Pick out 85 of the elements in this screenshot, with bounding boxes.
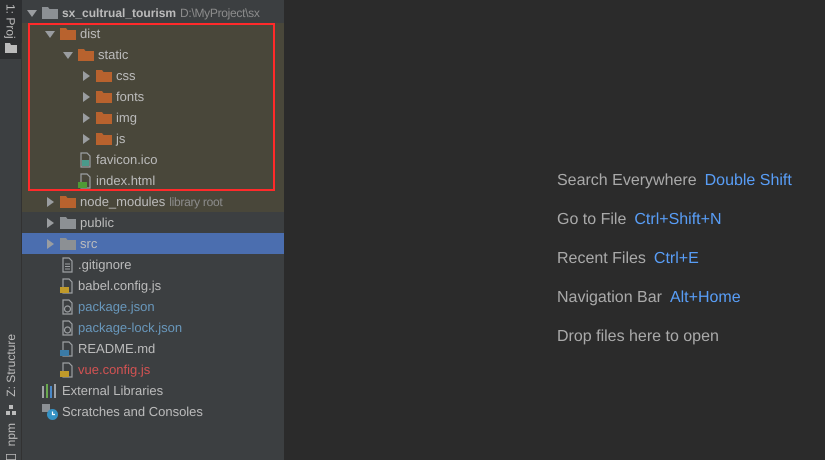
file-name: img xyxy=(116,108,137,127)
file-name: package.json xyxy=(78,298,155,316)
image-file-icon xyxy=(78,152,92,168)
caret-right-icon[interactable] xyxy=(45,238,55,248)
tree-row[interactable]: static xyxy=(22,44,284,65)
tree-row[interactable]: Scratches and Consoles xyxy=(22,401,284,422)
file-name: js xyxy=(116,130,126,148)
shortcut-text: Alt+Home xyxy=(670,288,741,308)
structure-icon[interactable] xyxy=(6,404,16,415)
scratches-icon xyxy=(42,404,58,420)
tree-row[interactable]: dist xyxy=(22,23,284,44)
shortcut-text: Double Shift xyxy=(704,171,792,191)
file-name: babel.config.js xyxy=(78,276,162,295)
js-file-icon xyxy=(60,362,74,378)
hint-label: Go to File xyxy=(557,210,626,230)
tree-row[interactable]: public xyxy=(22,212,284,233)
tree-row[interactable]: index.html xyxy=(22,170,284,191)
file-name: .gitignore xyxy=(78,256,132,274)
file-name: fonts xyxy=(116,88,144,106)
caret-right-icon[interactable] xyxy=(45,218,55,228)
file-name: index.html xyxy=(96,172,156,190)
caret-right-icon[interactable] xyxy=(81,134,91,144)
folder-icon xyxy=(96,69,112,82)
file-name: static xyxy=(98,46,128,64)
tree-row[interactable]: package-lock.json xyxy=(22,317,284,338)
folder-icon xyxy=(60,216,76,229)
folder-icon xyxy=(60,27,76,40)
file-name: src xyxy=(80,234,98,253)
folder-icon xyxy=(96,90,112,103)
tree-row[interactable]: babel.config.js xyxy=(22,275,284,296)
tool-window-tab[interactable]: Z: Structure xyxy=(0,330,24,401)
libraries-icon xyxy=(42,384,58,398)
shortcut-text: Ctrl+Shift+N xyxy=(634,210,722,230)
text-file-icon xyxy=(60,256,74,272)
tree-row[interactable]: sx_cultrual_tourism D:\MyProject\sx xyxy=(22,2,284,23)
tool-window-tab[interactable]: npm xyxy=(0,418,24,450)
file-name: public xyxy=(80,214,114,232)
tree-row[interactable]: css xyxy=(22,65,284,86)
npm-icon[interactable] xyxy=(6,454,16,460)
file-name: vue.config.js xyxy=(78,360,150,379)
tree-row[interactable]: vue.config.js xyxy=(22,359,284,380)
hint-label: Navigation Bar xyxy=(557,288,662,308)
file-name: Scratches and Consoles xyxy=(62,402,203,421)
tree-row[interactable]: src xyxy=(22,233,284,254)
file-name: package-lock.json xyxy=(78,318,182,337)
file-name: sx_cultrual_tourism xyxy=(62,4,176,22)
folder-icon xyxy=(96,111,112,124)
js-file-icon xyxy=(60,278,74,294)
caret-down-icon[interactable] xyxy=(27,8,37,18)
json-file-icon xyxy=(60,298,74,314)
caret-right-icon[interactable] xyxy=(81,112,91,122)
tree-row[interactable]: .gitignore xyxy=(22,254,284,275)
hint-label: Search Everywhere xyxy=(557,171,697,191)
hint-label: Drop files here to open xyxy=(557,327,719,347)
caret-down-icon[interactable] xyxy=(63,50,73,60)
folder-icon xyxy=(96,132,112,145)
file-name: favicon.ico xyxy=(96,150,158,169)
file-name: README.md xyxy=(78,340,156,358)
tree-row[interactable]: External Libraries xyxy=(22,380,284,401)
file-name: dist xyxy=(80,24,100,43)
tree-row[interactable]: package.json xyxy=(22,296,284,317)
folder-icon xyxy=(60,237,76,250)
caret-right-icon[interactable] xyxy=(45,196,55,206)
caret-right-icon[interactable] xyxy=(81,70,91,80)
markdown-file-icon xyxy=(60,340,74,356)
file-name: css xyxy=(116,66,136,85)
tree-row[interactable]: img xyxy=(22,107,284,128)
path-hint: library root xyxy=(169,194,222,210)
path-hint: D:\MyProject\sx xyxy=(180,4,260,22)
tree-row[interactable]: node_modules library root xyxy=(22,191,284,212)
json-file-icon xyxy=(60,320,74,336)
file-name: External Libraries xyxy=(62,382,164,400)
shortcut-text: Ctrl+E xyxy=(654,249,699,269)
tree-row[interactable]: fonts xyxy=(22,86,284,107)
html-file-icon xyxy=(78,172,92,188)
folder-icon xyxy=(78,48,94,61)
caret-right-icon[interactable] xyxy=(81,92,91,102)
folder-icon xyxy=(60,195,76,208)
tree-row[interactable]: favicon.ico xyxy=(22,149,284,170)
hint-label: Recent Files xyxy=(557,249,646,269)
tree-row[interactable]: js xyxy=(22,128,284,149)
file-name: node_modules xyxy=(80,192,166,211)
caret-down-icon[interactable] xyxy=(45,28,55,38)
tree-row[interactable]: README.md xyxy=(22,338,284,359)
folder-icon xyxy=(42,6,58,19)
